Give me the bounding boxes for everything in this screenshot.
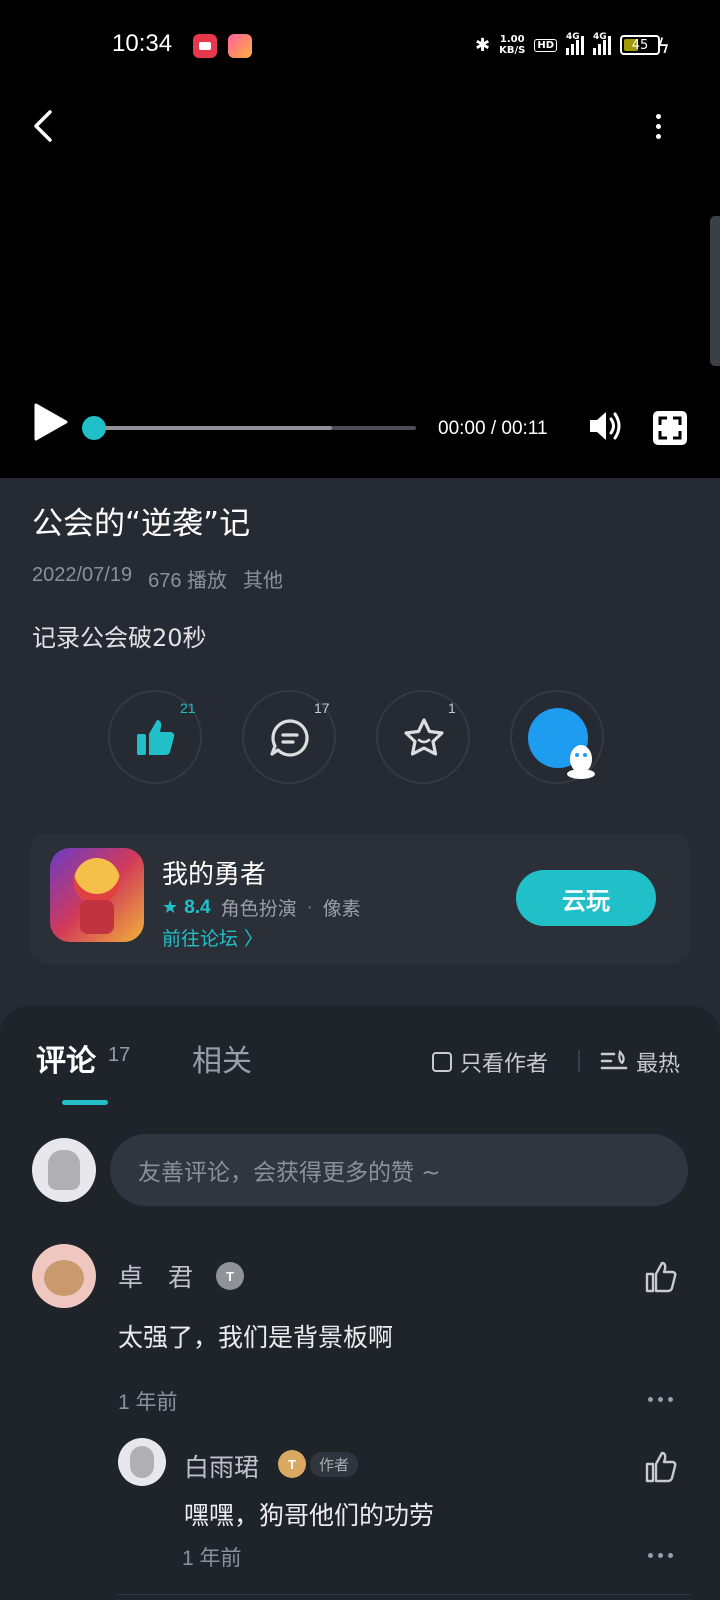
cloud-play-button[interactable]: 云玩	[516, 870, 656, 926]
screen-record-icon	[193, 34, 217, 58]
app-notification-icon	[228, 34, 252, 58]
post-category[interactable]: 其他	[243, 564, 283, 593]
post-date: 2022/07/19	[32, 564, 133, 586]
tab-comments[interactable]: 评论	[36, 1036, 96, 1080]
post-meta: 2022/07/19 676 播放 其他	[32, 564, 283, 593]
forum-link[interactable]: 前往论坛 〉	[162, 924, 263, 951]
commenter-avatar[interactable]	[32, 1244, 96, 1308]
battery-icon: 45	[620, 35, 660, 55]
comment-time: 1 年前	[118, 1391, 178, 1414]
comment-divider	[118, 1594, 690, 1595]
reply-like-icon[interactable]	[644, 1450, 678, 1484]
reply-level-badge: T	[278, 1450, 306, 1478]
game-card[interactable]: 我的勇者 ★ 8.4 角色扮演 · 像素 前往论坛 〉 云玩	[30, 834, 690, 964]
post-description: 记录公会破20秒	[32, 624, 207, 652]
hd-voice-icon: HD	[534, 38, 557, 52]
game-info: ★ 8.4 角色扮演 · 像素	[162, 894, 361, 921]
only-author-filter[interactable]: 只看作者	[432, 1046, 548, 1078]
game-tag-genre: 角色扮演	[220, 898, 297, 920]
commenter-name[interactable]: 卓 君	[118, 1258, 193, 1294]
game-name[interactable]: 我的勇者	[162, 854, 266, 891]
sort-hot-button[interactable]: 最热	[600, 1046, 680, 1078]
bluetooth-icon: ✱	[475, 34, 491, 56]
game-rating: 8.4	[184, 897, 211, 918]
play-icon[interactable]	[30, 402, 70, 442]
tag-separator: ·	[306, 896, 313, 919]
thumbs-up-icon	[137, 720, 175, 755]
checkbox-icon[interactable]	[432, 1052, 452, 1072]
network-speed: 1.00 KB/S	[499, 34, 526, 56]
reply-time: 1 年前	[182, 1547, 242, 1570]
back-arrow-icon[interactable]	[30, 108, 58, 144]
game-icon[interactable]	[50, 848, 144, 942]
tab-related[interactable]: 相关	[192, 1036, 252, 1080]
comment-like-icon[interactable]	[644, 1260, 678, 1294]
qq-share-button[interactable]	[510, 690, 604, 784]
more-options-icon[interactable]	[652, 114, 664, 144]
comment-text: 太强了，我们是背景板啊	[118, 1323, 394, 1352]
level-badge: T	[216, 1262, 244, 1290]
comment-input[interactable]: 友善评论，会获得更多的赞 ~	[110, 1134, 688, 1206]
post-plays: 676 播放	[148, 570, 228, 592]
favorite-count: 1	[448, 700, 456, 716]
progress-knob[interactable]	[82, 416, 106, 440]
volume-icon[interactable]	[586, 406, 626, 446]
signal-icon-2: 4G	[593, 32, 611, 55]
comment-more-icon[interactable]	[648, 1397, 678, 1403]
fullscreen-icon[interactable]	[652, 410, 688, 446]
comment-button[interactable]: 17	[242, 690, 336, 784]
tab-comments-count: 17	[108, 1044, 131, 1066]
author-tag: 作者	[310, 1452, 359, 1477]
progress-track[interactable]	[94, 426, 416, 430]
side-drag-handle[interactable]	[710, 216, 720, 366]
game-tag-style: 像素	[322, 898, 361, 920]
comment-icon	[270, 719, 309, 757]
reply-more-icon[interactable]	[648, 1553, 678, 1559]
sort-icon	[600, 1050, 628, 1070]
action-bar: 21 17 1	[108, 690, 608, 790]
my-avatar[interactable]	[32, 1138, 96, 1202]
comment-count: 17	[314, 700, 330, 716]
reply-avatar[interactable]	[118, 1438, 166, 1486]
tab-indicator	[62, 1100, 108, 1105]
sort-label: 最热	[636, 1052, 681, 1077]
star-icon	[404, 718, 444, 756]
reply-text: 嘿嘿，狗哥他们的功劳	[184, 1501, 435, 1530]
video-player[interactable]: 10:34 ✱ 1.00 KB/S HD 4G 4G 45 ϟ 00:00 / 0…	[0, 0, 720, 478]
reply-name[interactable]: 白雨珺	[184, 1448, 259, 1484]
status-bar: 10:34 ✱ 1.00 KB/S HD 4G 4G 45 ϟ	[0, 28, 720, 64]
favorite-button[interactable]: 1	[376, 690, 470, 784]
post-title: 公会的“逆袭”记	[32, 506, 251, 542]
only-author-label: 只看作者	[460, 1052, 549, 1077]
status-time: 10:34	[112, 30, 173, 57]
qq-icon	[528, 708, 595, 779]
header-divider	[578, 1050, 580, 1072]
video-time: 00:00 / 00:11	[438, 418, 548, 439]
like-count: 21	[180, 700, 196, 716]
signal-icon: 4G	[566, 32, 584, 55]
like-button[interactable]: 21	[108, 690, 202, 784]
rating-star-icon: ★	[162, 897, 179, 918]
charging-icon: ϟ	[656, 34, 670, 58]
